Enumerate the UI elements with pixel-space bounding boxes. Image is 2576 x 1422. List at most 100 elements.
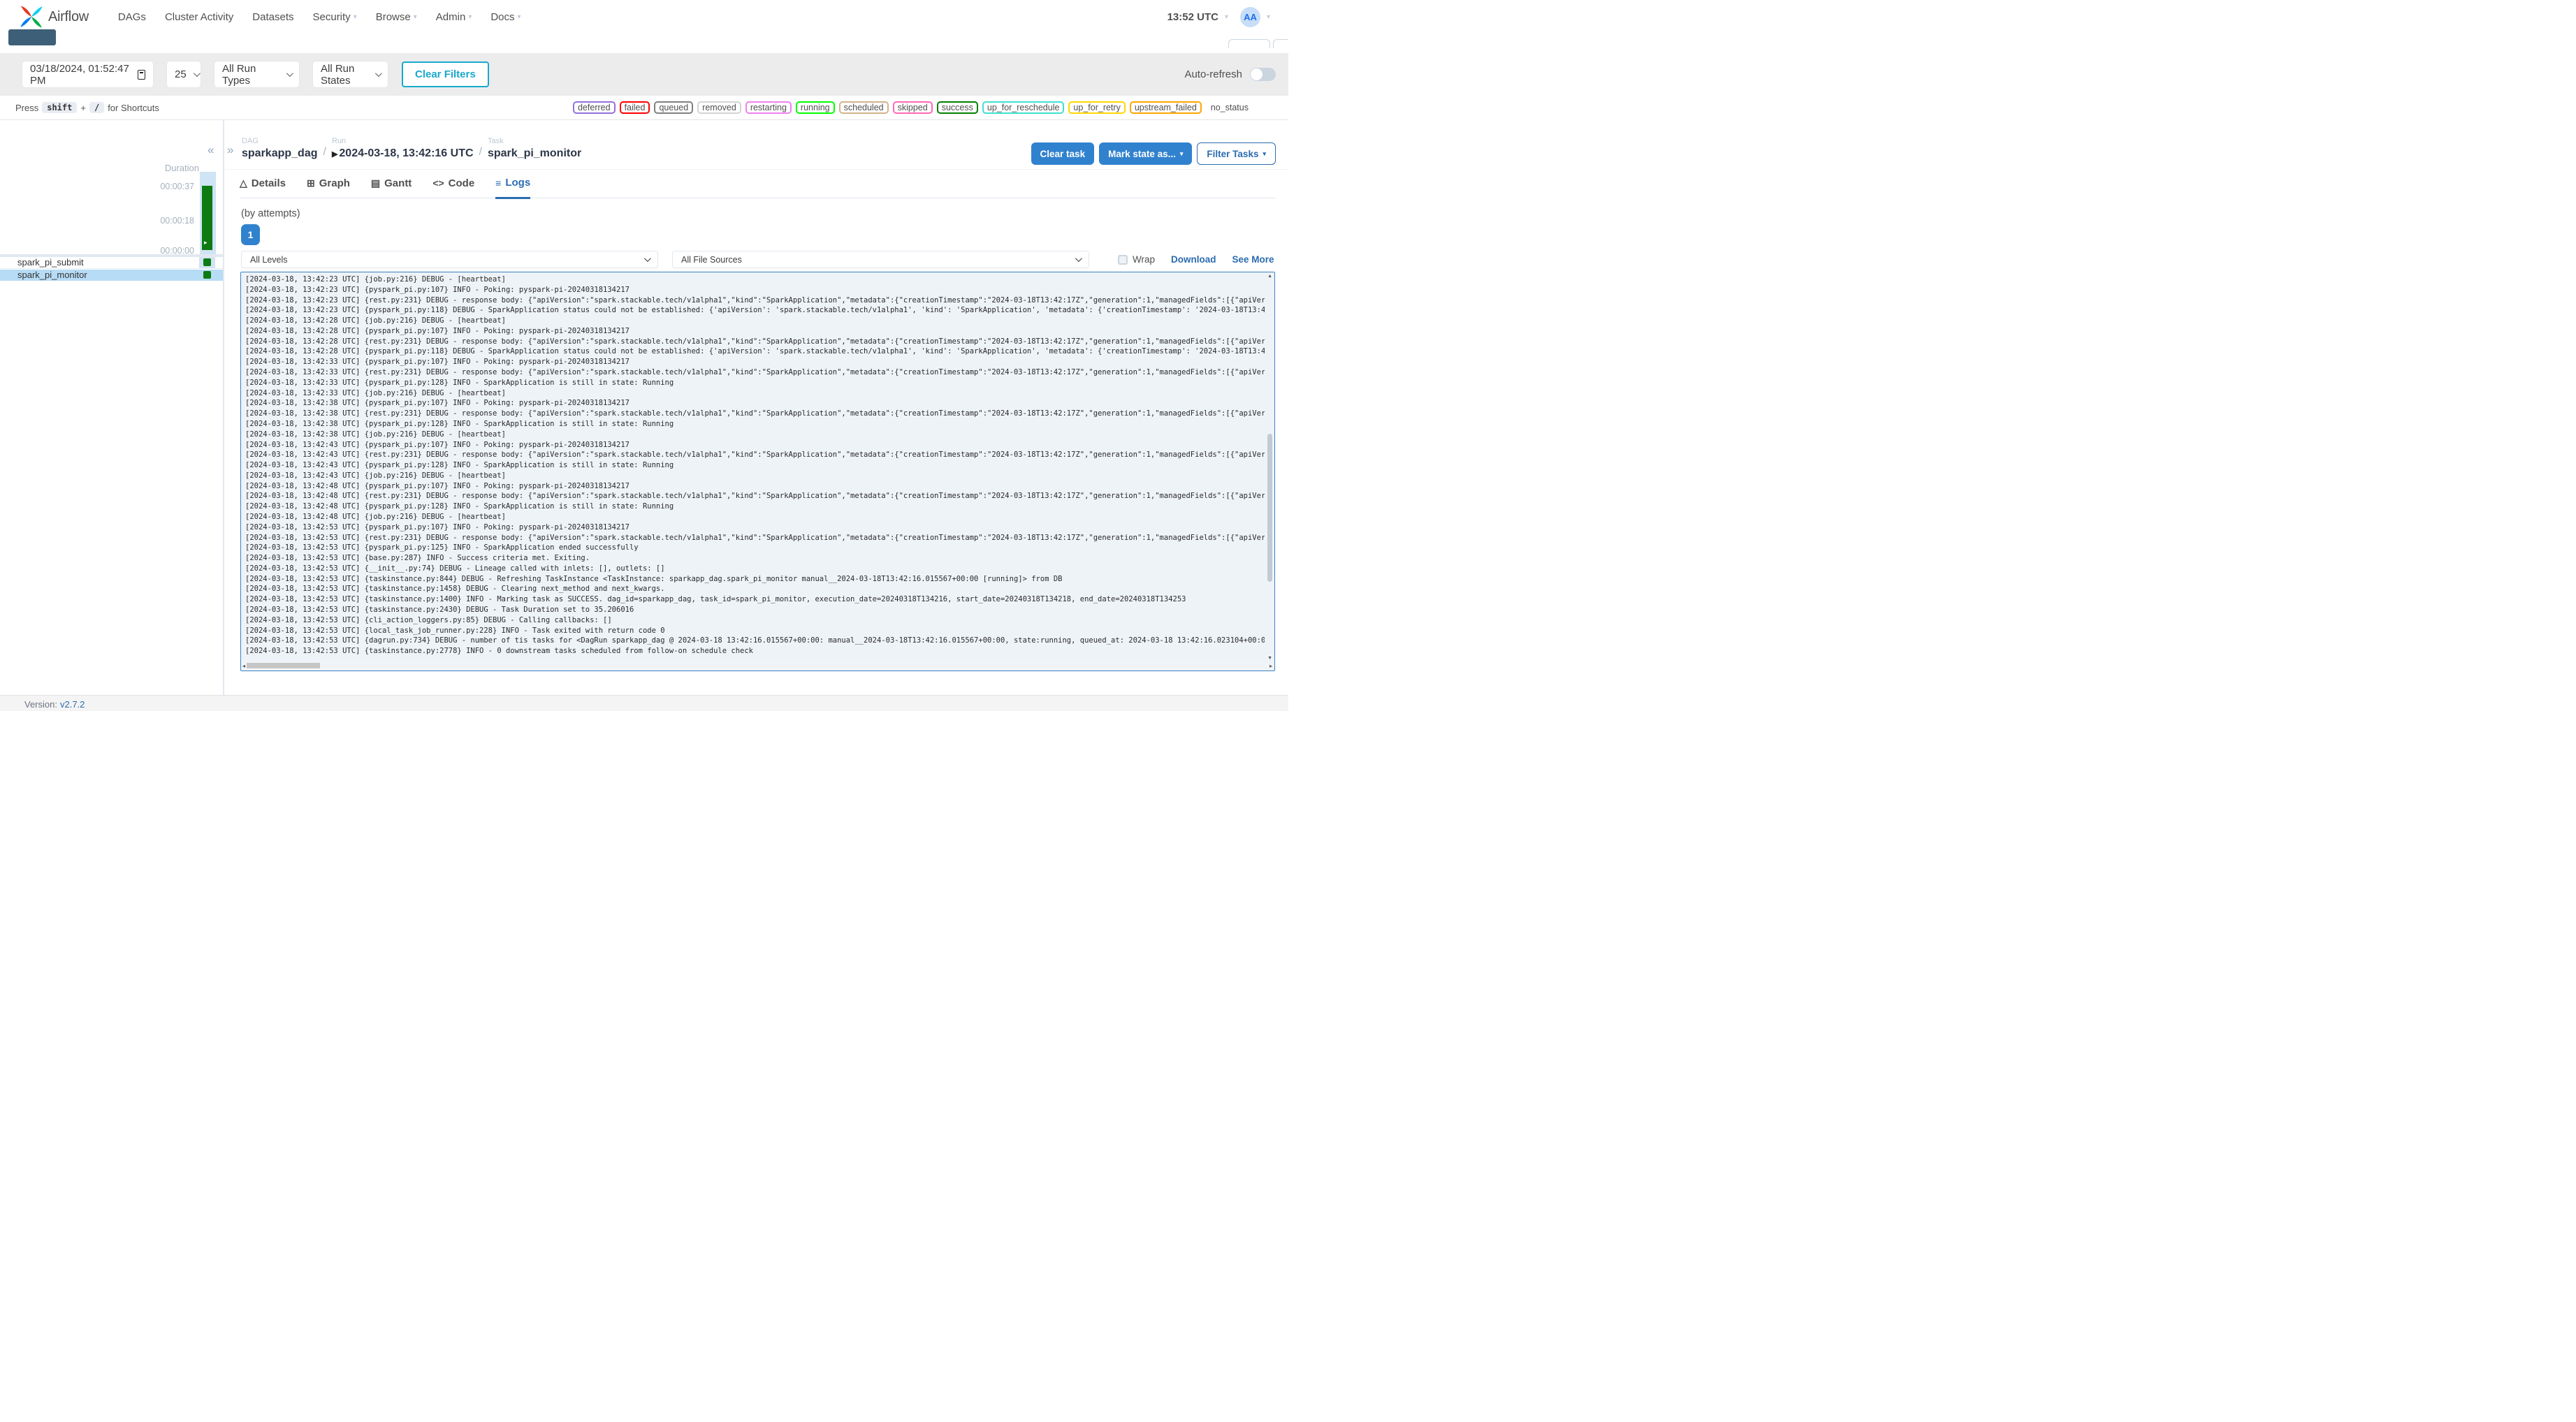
tab-logs[interactable]: ≡ Logs [495, 175, 531, 199]
grid-sidebar [0, 120, 224, 695]
chevron-down-icon: ▾ [1179, 149, 1184, 157]
attempt-1-button[interactable]: 1 [241, 224, 260, 245]
nav-item-dropdown[interactable]: Docs ▾ [490, 11, 521, 23]
log-line: [2024-03-18, 13:42:53 UTC] {base.py:287}… [245, 554, 590, 563]
slash-key: / [89, 102, 105, 113]
log-line: [2024-03-18, 13:42:43 UTC] {pyspark_pi.p… [245, 440, 630, 449]
auto-refresh-toggle[interactable] [1250, 68, 1276, 81]
tab-graph[interactable]: ⊞ Graph [307, 175, 350, 198]
state-badge: up_for_reschedule [982, 101, 1065, 114]
date-filter-input[interactable]: 03/18/2024, 01:52:47 PM [22, 61, 153, 87]
log-line: [2024-03-18, 13:42:43 UTC] {pyspark_pi.p… [245, 461, 674, 470]
legend-row: Press shift + / for Shortcuts deferred fa… [0, 96, 1288, 120]
state-badge: success [936, 101, 978, 114]
wrap-label: Wrap [1133, 254, 1156, 265]
graph-icon: ⊞ [306, 177, 315, 189]
filter-tasks-button[interactable]: Filter Tasks ▾ [1197, 142, 1276, 165]
log-line: [2024-03-18, 13:42:28 UTC] {rest.py:231}… [245, 337, 1265, 346]
shortcut-hint: Press shift + / for Shortcuts [15, 102, 159, 113]
scrolled-button-fragment[interactable] [8, 29, 56, 45]
airflow-logo[interactable]: Airflow [20, 5, 89, 29]
state-badge: removed [697, 101, 741, 114]
navbar-right: 13:52 UTC ▾ AA ▾ [1167, 6, 1270, 27]
log-line: [2024-03-18, 13:42:38 UTC] {pyspark_pi.p… [245, 399, 630, 408]
wrap-toggle[interactable]: Wrap [1118, 254, 1155, 265]
date-value: 03/18/2024, 01:52:47 PM [30, 62, 129, 87]
logs-icon: ≡ [495, 177, 502, 189]
mark-state-button[interactable]: Mark state as... ▾ [1099, 142, 1193, 165]
file-sources-select[interactable]: All File Sources [672, 251, 1089, 268]
code-icon: <> [432, 177, 444, 189]
filter-bar: 03/18/2024, 01:52:47 PM 25 All Run Types… [0, 53, 1288, 96]
nav-item-dropdown[interactable]: Admin ▾ [436, 11, 472, 23]
wrap-checkbox[interactable] [1118, 254, 1128, 265]
auto-refresh-label: Auto-refresh [1184, 68, 1242, 80]
nav-item[interactable]: DAGs [118, 11, 146, 23]
log-levels-select[interactable]: All Levels [241, 251, 658, 268]
horizontal-scroll-thumb[interactable] [247, 663, 320, 668]
task-row-spark-pi-monitor[interactable]: spark_pi_monitor [0, 269, 223, 281]
log-line: [2024-03-18, 13:42:53 UTC] {pyspark_pi.p… [245, 543, 639, 552]
log-line: [2024-03-18, 13:42:53 UTC] {taskinstance… [245, 585, 665, 594]
state-badge: up_for_retry [1068, 101, 1126, 114]
clear-filters-button[interactable]: Clear Filters [402, 61, 489, 87]
see-more-link[interactable]: See More [1232, 254, 1274, 265]
log-line: [2024-03-18, 13:42:53 UTC] {local_task_j… [245, 626, 665, 635]
scroll-down-icon[interactable]: ▼ [1267, 656, 1272, 661]
chevron-down-icon: ▾ [353, 13, 357, 21]
run-states-select[interactable]: All Run States [313, 61, 388, 87]
footer: Version: v2.7.2 [0, 695, 1288, 711]
state-badge: running [795, 101, 835, 114]
horizontal-scrollbar[interactable]: ◂ ▸ [242, 661, 1274, 670]
tab-code[interactable]: <> Code [432, 175, 474, 198]
log-controls: All Levels All File Sources Wrap Downloa… [241, 251, 1275, 268]
log-line: [2024-03-18, 13:42:53 UTC] {dagrun.py:73… [245, 636, 1265, 645]
vertical-scrollbar[interactable]: ▲ ▼ [1267, 274, 1273, 661]
state-badge: failed [619, 101, 650, 114]
task-instance-cell[interactable] [199, 270, 215, 281]
nav-item[interactable]: Cluster Activity [165, 11, 233, 23]
success-square-icon [203, 258, 211, 267]
log-line: [2024-03-18, 13:42:48 UTC] {job.py:216} … [245, 512, 506, 521]
log-line: [2024-03-18, 13:42:33 UTC] {pyspark_pi.p… [245, 378, 674, 387]
task-instance-cell[interactable] [199, 257, 215, 268]
state-badge: scheduled [838, 101, 889, 114]
vertical-scroll-thumb[interactable] [1267, 434, 1272, 582]
state-legend: deferred failed queued removed restarting run… [573, 101, 1253, 114]
run-types-select[interactable]: All Run Types [214, 61, 299, 87]
log-line: [2024-03-18, 13:42:53 UTC] {__init__.py:… [245, 564, 665, 573]
chevron-down-icon [193, 70, 201, 78]
scroll-left-icon[interactable]: ◂ [242, 663, 245, 669]
scroll-up-icon[interactable]: ▲ [1267, 274, 1272, 279]
log-line: [2024-03-18, 13:42:28 UTC] {pyspark_pi.p… [245, 347, 1265, 356]
shift-key: shift [42, 102, 78, 113]
download-link[interactable]: Download [1171, 254, 1216, 265]
log-line: [2024-03-18, 13:42:48 UTC] {pyspark_pi.p… [245, 502, 674, 511]
log-line: [2024-03-18, 13:42:33 UTC] {job.py:216} … [245, 388, 506, 397]
clock[interactable]: 13:52 UTC [1167, 11, 1218, 23]
nav-item-dropdown[interactable]: Security ▾ [313, 11, 357, 23]
log-output-panel: [2024-03-18, 13:42:23 UTC] {job.py:216} … [240, 272, 1275, 671]
by-attempts-label: (by attempts) [241, 208, 300, 219]
state-badge: upstream_failed [1129, 101, 1202, 114]
state-badge: deferred [573, 101, 616, 114]
brand-name: Airflow [48, 8, 89, 24]
chevron-down-icon: ▾ [413, 13, 417, 21]
tab-gantt[interactable]: ▤ Gantt [371, 175, 412, 198]
nav-item-dropdown[interactable]: Browse ▾ [376, 11, 417, 23]
log-line: [2024-03-18, 13:42:23 UTC] {pyspark_pi.p… [245, 306, 1265, 315]
page-size-select[interactable]: 25 [167, 61, 201, 87]
log-line: [2024-03-18, 13:42:53 UTC] {cli_action_l… [245, 615, 612, 624]
task-row-spark-pi-submit[interactable]: spark_pi_submit [0, 257, 223, 269]
success-square-icon [203, 271, 211, 279]
scroll-right-icon[interactable]: ▸ [1269, 663, 1272, 669]
duration-tick: 00:00:18 [160, 216, 194, 226]
chevron-down-icon [1075, 255, 1082, 263]
tab-details[interactable]: △ Details [240, 175, 286, 198]
clear-task-button[interactable]: Clear task [1031, 142, 1095, 165]
avatar[interactable]: AA [1239, 6, 1260, 27]
calendar-icon[interactable] [137, 69, 145, 80]
version-link[interactable]: v2.7.2 [60, 699, 85, 710]
nav-item[interactable]: Datasets [252, 11, 293, 23]
detail-tabs: △ Details ⊞ Graph ▤ Gantt <> Code ≡ Logs [240, 175, 1276, 199]
